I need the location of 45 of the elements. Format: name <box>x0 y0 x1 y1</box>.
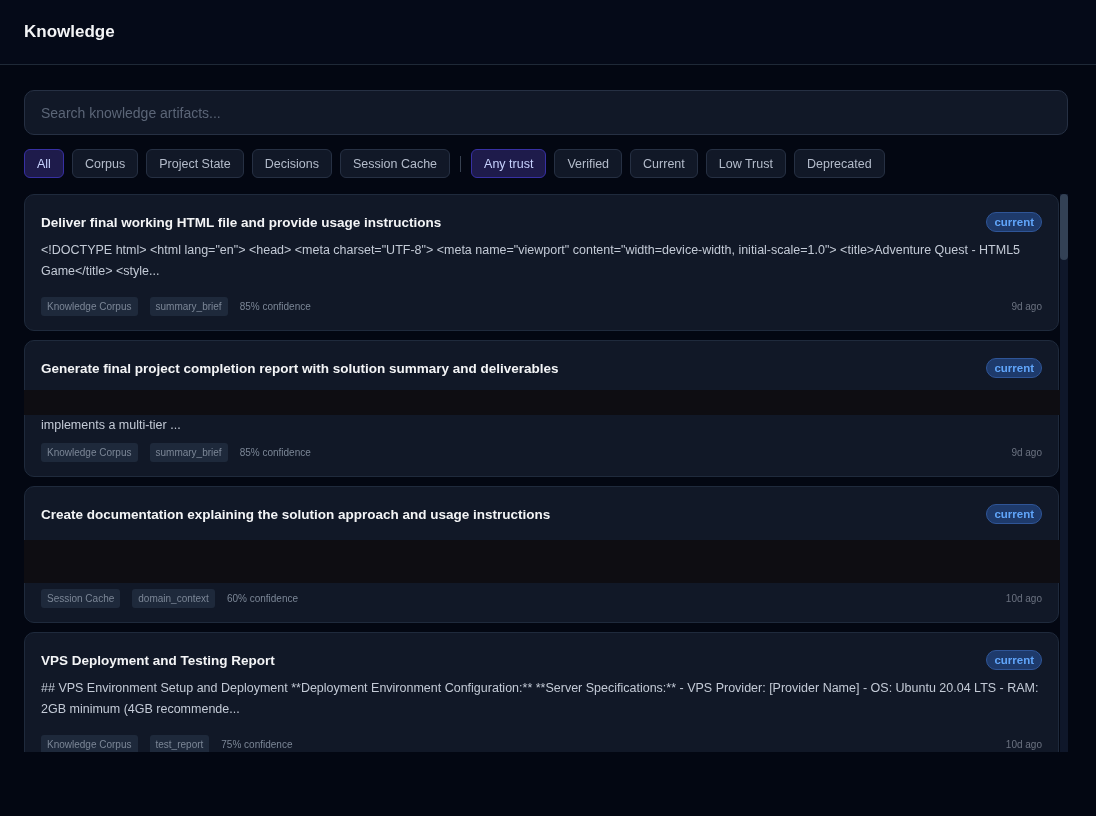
category-tag: summary_brief <box>149 443 228 462</box>
status-badge: current <box>986 358 1042 378</box>
artifact-summary: <!DOCTYPE html> <html lang="en"> <head> <meta charset="UTF-8"> <meta name="viewport" content="width=device-width, initial-scale=1.0"> <title>Adventure Quest - HTML5 Game</title> <style... <box>41 242 1022 280</box>
category-tag: domain_context <box>132 589 215 608</box>
filter-chip[interactable]: Low Trust <box>705 149 786 178</box>
status-badge: current <box>986 212 1042 232</box>
age-text: 10d ago <box>1005 593 1042 604</box>
artifact-title: Deliver final working HTML file and provide usage instructions <box>41 214 442 230</box>
age-text: 9d ago <box>1011 447 1042 458</box>
artifact-card[interactable]: Generate final project completion report with solution summary and deliverables current implements a multi-tier ... Knowledge Corpus summary_brief 85% confidence 9d ago <box>24 340 1059 477</box>
category-tag: summary_brief <box>149 297 228 316</box>
filter-chip[interactable]: Verified <box>554 149 623 178</box>
filter-chip[interactable]: Session Cache <box>339 149 451 178</box>
artifact-title: VPS Deployment and Testing Report <box>41 652 275 668</box>
status-badge: current <box>986 650 1042 670</box>
artifact-card[interactable] <box>24 194 1059 331</box>
category-tag: test_report <box>149 735 210 752</box>
filter-chip[interactable]: Any trust <box>471 149 547 178</box>
filter-chip[interactable]: Corpus <box>71 149 139 178</box>
confidence-text: 85% confidence <box>239 447 311 458</box>
artifact-title: Generate final project completion report with solution summary and deliverables <box>41 360 559 376</box>
scrollbar-track[interactable] <box>1060 194 1068 752</box>
artifact-card[interactable] <box>24 632 1059 752</box>
artifact-summary: ## VPS Environment Setup and Deployment **Deployment Environment Configuration:** **Server Specifications:** - VPS Provider: [Provider Name] - OS: Ubuntu 20.04 LTS - RAM: 2GB minimum (4GB recommende... <box>41 680 1040 718</box>
status-badge: current <box>986 504 1042 524</box>
filter-chip[interactable]: Decisions <box>251 149 332 178</box>
confidence-text: 75% confidence <box>221 739 293 750</box>
confidence-text: 85% confidence <box>239 301 311 312</box>
age-text: 9d ago <box>1011 301 1042 312</box>
filter-chip[interactable]: Project State <box>146 149 244 178</box>
filter-chip[interactable]: Deprecated <box>793 149 885 178</box>
scrollbar-thumb[interactable] <box>1060 194 1068 260</box>
artifact-card[interactable]: Create documentation explaining the solution approach and usage instructions current Session Cache domain_context 60% confidence 10d ago <box>24 486 1059 623</box>
source-tag: Knowledge Corpus <box>41 443 138 462</box>
page-title: Knowledge <box>24 22 115 42</box>
filter-chip[interactable]: Current <box>630 149 698 178</box>
age-text: 10d ago <box>1005 739 1042 750</box>
source-tag: Session Cache <box>41 589 121 608</box>
filter-chip[interactable]: All <box>24 149 64 178</box>
artifact-title: Create documentation explaining the solution approach and usage instructions <box>41 506 551 522</box>
artifact-summary: implements a multi-tier ... <box>41 417 182 434</box>
search-field[interactable]: Search knowledge artifacts... <box>24 90 1068 135</box>
source-tag: Knowledge Corpus <box>41 297 138 316</box>
source-tag: Knowledge Corpus <box>41 735 138 752</box>
confidence-text: 60% confidence <box>226 593 299 604</box>
